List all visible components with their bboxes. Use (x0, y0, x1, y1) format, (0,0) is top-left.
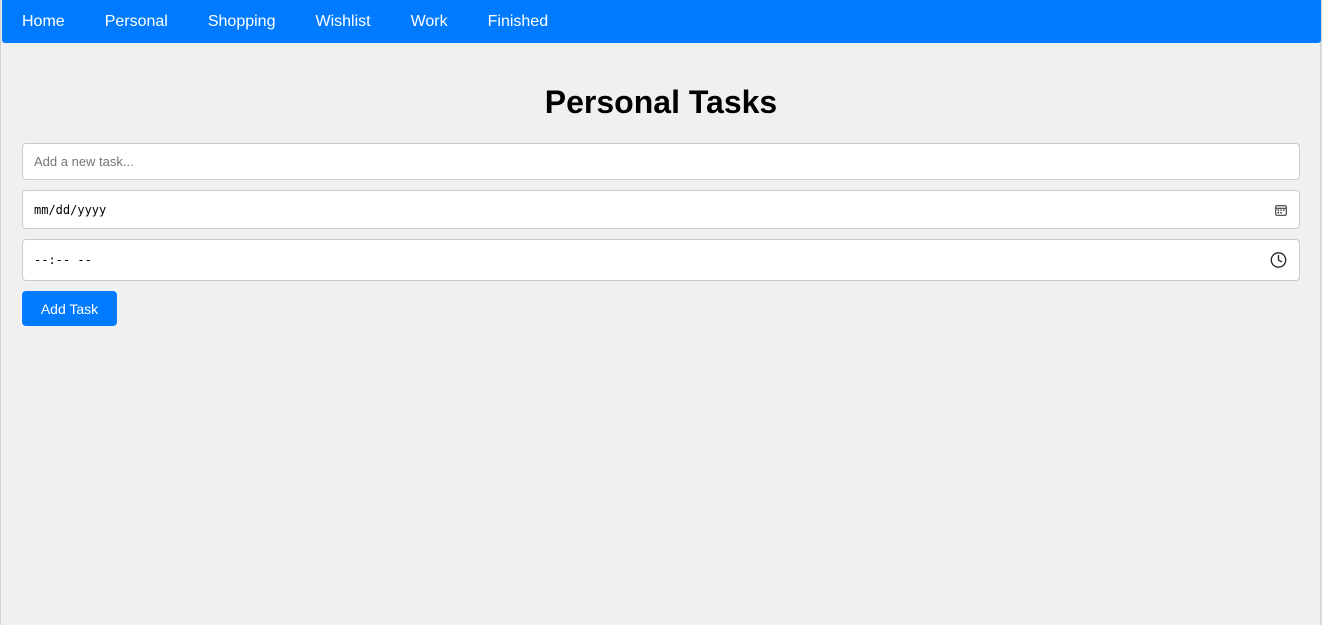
nav-link-personal[interactable]: Personal (105, 13, 168, 30)
date-input-placeholder: mm/dd/yyyy (34, 202, 107, 217)
nav-link-work[interactable]: Work (411, 13, 448, 30)
task-input[interactable]: Add a new task... (22, 143, 1300, 180)
add-task-button[interactable]: Add Task (22, 291, 117, 326)
calendar-icon[interactable] (1275, 204, 1287, 216)
time-input[interactable]: --:-- -- (22, 239, 1300, 281)
app-frame: Home Personal Shopping Wishlist Work Fin… (0, 0, 1322, 625)
task-input-placeholder: Add a new task... (34, 154, 134, 169)
time-input-placeholder: --:-- -- (34, 253, 92, 267)
top-navbar: Home Personal Shopping Wishlist Work Fin… (2, 0, 1321, 43)
clock-icon[interactable] (1270, 252, 1287, 269)
page-title: Personal Tasks (544, 84, 778, 120)
date-input[interactable]: mm/dd/yyyy (22, 190, 1300, 229)
nav-link-wishlist[interactable]: Wishlist (315, 13, 370, 30)
nav-link-finished[interactable]: Finished (488, 13, 548, 30)
nav-link-shopping[interactable]: Shopping (208, 13, 276, 30)
nav-link-home[interactable]: Home (22, 13, 65, 30)
